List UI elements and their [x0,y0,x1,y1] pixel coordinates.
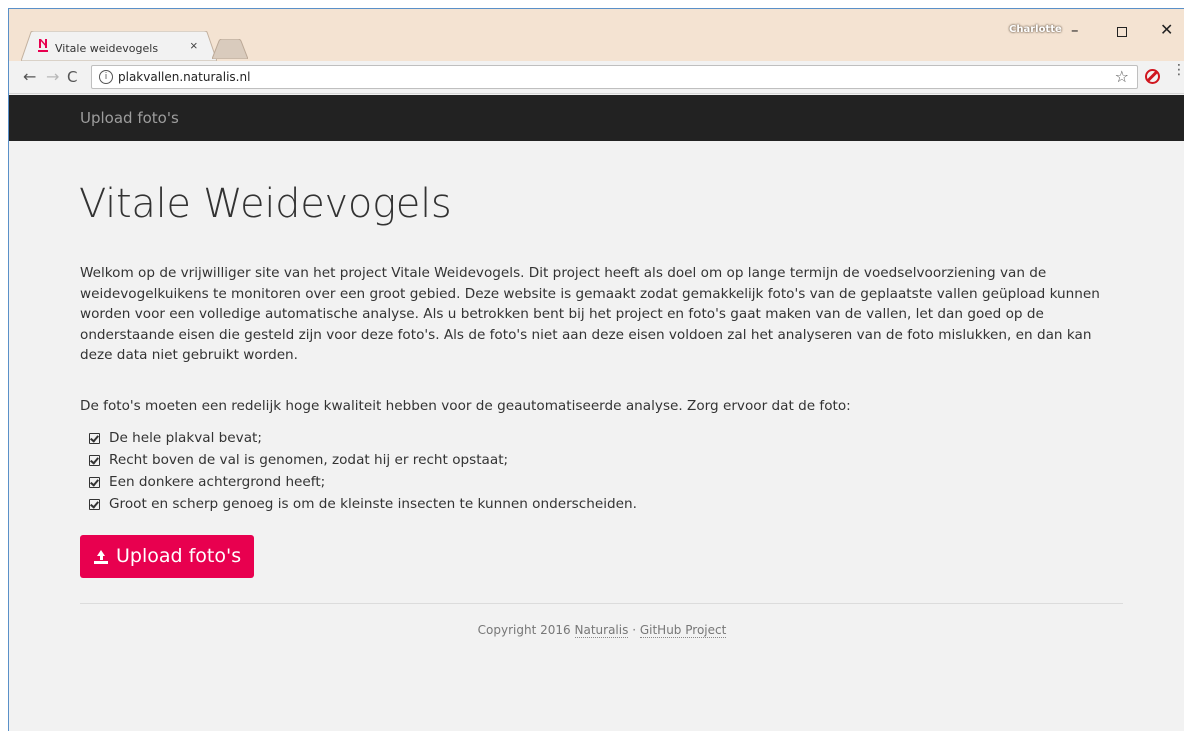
minimize-icon[interactable]: – [1071,22,1079,38]
copyright-text: Copyright 2016 [477,623,571,637]
site-navbar: Upload foto's [9,95,1184,141]
page-title: Vitale Weidevogels [79,181,452,227]
divider [80,603,1123,604]
tab-close-icon[interactable]: × [190,39,198,53]
list-item: De hele plakval bevat; [89,427,637,449]
list-item-text: Groot en scherp genoeg is om de kleinste… [109,496,637,512]
checkbox-checked-icon [89,432,100,444]
requirements-intro: De foto's moeten een redelijk hoge kwali… [80,398,851,414]
checkbox-checked-icon [89,454,100,466]
info-icon[interactable]: i [99,70,113,84]
browser-toolbar: ← → C i plakvallen.naturalis.nl ☆ ⋮ [9,61,1184,94]
bookmark-star-icon[interactable]: ☆ [1115,67,1129,87]
block-extension-icon[interactable] [1145,69,1160,84]
main-content: Vitale Weidevogels Welkom op de vrijwill… [9,141,1184,731]
back-arrow-icon[interactable]: ← [23,68,36,86]
footer: Copyright 2016 Naturalis · GitHub Projec… [9,623,1184,638]
intro-paragraph: Welkom op de vrijwilliger site van het p… [80,265,1100,363]
upload-button-label: Upload foto's [116,545,242,567]
list-item: Een donkere achtergrond heeft; [89,471,637,493]
checkbox-checked-icon [89,498,100,510]
list-item: Recht boven de val is genomen, zodat hij… [89,449,637,471]
address-bar[interactable]: i plakvallen.naturalis.nl ☆ [91,65,1138,89]
requirements-list: De hele plakval bevat; Recht boven de va… [89,427,637,515]
upload-photos-button[interactable]: Upload foto's [80,535,255,578]
naturalis-favicon-icon [38,39,48,52]
profile-name[interactable]: Charlotte [1009,24,1062,35]
menu-dots-icon[interactable]: ⋮ [1172,63,1184,77]
footer-separator: · [632,623,637,637]
naturalis-link[interactable]: Naturalis [574,623,629,638]
forward-arrow-icon[interactable]: → [46,68,59,86]
list-item-text: De hele plakval bevat; [109,430,262,446]
list-item-text: Een donkere achtergrond heeft; [109,474,326,490]
close-icon[interactable]: ✕ [1160,22,1173,38]
upload-icon [94,549,108,564]
list-item: Groot en scherp genoeg is om de kleinste… [89,493,637,515]
checkbox-checked-icon [89,476,100,488]
reload-icon[interactable]: C [67,68,77,86]
new-tab-button[interactable] [212,39,248,59]
url-text[interactable]: plakvallen.naturalis.nl [118,70,250,84]
github-project-link[interactable]: GitHub Project [639,623,727,638]
list-item-text: Recht boven de val is genomen, zodat hij… [109,452,509,468]
tab-title: Vitale weidevogels [55,42,159,55]
maximize-icon[interactable] [1117,27,1127,37]
title-bar: Vitale weidevogels × Charlotte – ✕ [9,9,1184,61]
browser-window: Vitale weidevogels × Charlotte – ✕ ← → C… [8,8,1184,731]
navbar-upload-link[interactable]: Upload foto's [80,109,179,127]
